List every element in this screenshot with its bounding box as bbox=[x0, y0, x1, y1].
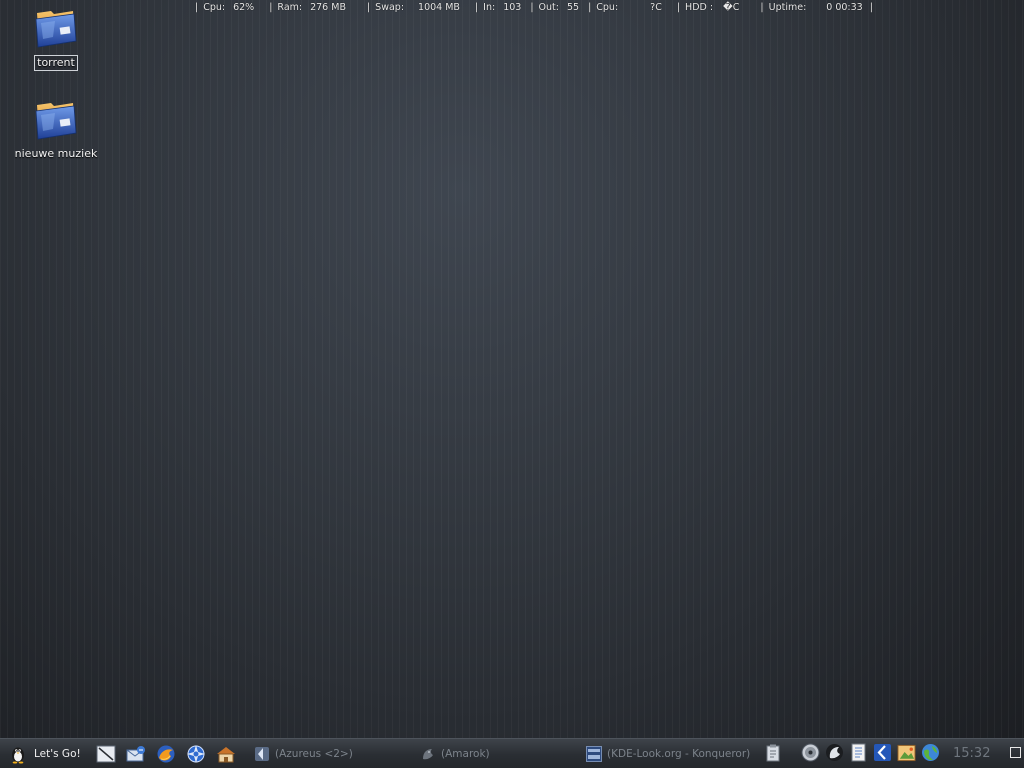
task-label: (Azureus <2>) bbox=[275, 748, 353, 760]
amarok-tray-icon bbox=[826, 744, 843, 761]
task-kde-look-konqueror[interactable]: (KDE-Look.org - Konqueror) bbox=[586, 744, 750, 764]
firefox-icon bbox=[157, 745, 175, 763]
folder-icon bbox=[35, 11, 77, 48]
desktop-icon-label: nieuwe muziek bbox=[14, 147, 98, 160]
cpu-temp-value: ?C bbox=[650, 1, 662, 13]
firefox-button[interactable] bbox=[155, 743, 177, 765]
quick-launch bbox=[95, 743, 237, 765]
cpu-temp-label: Cpu: bbox=[596, 1, 619, 13]
show-desktop-corner-button[interactable] bbox=[1010, 747, 1021, 758]
task-azureus[interactable]: (Azureus <2>) bbox=[254, 744, 353, 764]
separator: | bbox=[530, 1, 534, 13]
system-tray bbox=[763, 743, 940, 762]
separator: | bbox=[676, 1, 681, 13]
tray-notes[interactable] bbox=[849, 743, 868, 762]
net-out-label: Out: bbox=[538, 1, 559, 13]
separator: | bbox=[195, 1, 199, 13]
net-in-label: In: bbox=[483, 1, 496, 13]
tray-cd-drive[interactable] bbox=[801, 743, 820, 762]
tray-network[interactable] bbox=[921, 743, 940, 762]
uptime-label: Uptime: bbox=[768, 1, 807, 13]
kde-look-icon bbox=[586, 746, 602, 762]
tux-icon bbox=[12, 747, 24, 764]
hdd-temp-label: HDD : bbox=[685, 1, 714, 13]
show-desktop-button[interactable] bbox=[95, 743, 117, 765]
uptime-value: 0 00:33 bbox=[826, 1, 863, 13]
swap-value: 1004 MB bbox=[418, 1, 460, 13]
start-button-label: Let's Go! bbox=[34, 748, 81, 760]
tray-kopete[interactable] bbox=[873, 743, 892, 762]
ram-label: Ram: bbox=[277, 1, 303, 13]
image-viewer-icon bbox=[897, 744, 916, 761]
tray-klipper[interactable] bbox=[763, 743, 782, 762]
home-folder-button[interactable] bbox=[215, 743, 237, 765]
azureus-icon bbox=[255, 747, 269, 761]
separator: | bbox=[366, 1, 371, 13]
mail-client-icon bbox=[126, 746, 145, 762]
net-out-value: 55 bbox=[566, 1, 580, 13]
clock[interactable]: 15:32 bbox=[953, 746, 990, 761]
separator: | bbox=[269, 1, 273, 13]
taskbar: Let's Go! (Azureus <2>) (Amarok) (KDE-Lo… bbox=[0, 738, 1024, 768]
task-label: (KDE-Look.org - Konqueror) bbox=[607, 748, 751, 760]
cpu-value: 62% bbox=[233, 1, 255, 13]
desktop-show-icon bbox=[96, 745, 116, 763]
separator: | bbox=[588, 1, 592, 13]
task-label: (Amarok) bbox=[441, 748, 490, 760]
mail-client-button[interactable] bbox=[125, 743, 147, 765]
konqueror-button[interactable] bbox=[185, 743, 207, 765]
start-button[interactable]: Let's Go! bbox=[8, 743, 81, 765]
folder-icon bbox=[35, 103, 77, 140]
kopete-icon bbox=[874, 744, 891, 761]
tray-image-viewer[interactable] bbox=[897, 743, 916, 762]
hdd-temp-value: �C bbox=[723, 1, 740, 13]
separator: | bbox=[474, 1, 479, 13]
ram-value: 276 MB bbox=[310, 1, 346, 13]
task-amarok[interactable]: (Amarok) bbox=[420, 744, 490, 764]
separator: | bbox=[760, 1, 764, 13]
system-monitor-bar: | Cpu: 62% | Ram: 276 MB | Swap: 1004 MB… bbox=[190, 0, 878, 14]
cd-drive-icon bbox=[801, 743, 820, 762]
desktop-icon-nieuwe-muziek[interactable]: nieuwe muziek bbox=[1, 97, 111, 161]
cpu-label: Cpu: bbox=[203, 1, 226, 13]
tray-amarok[interactable] bbox=[825, 743, 844, 762]
separator: | bbox=[869, 1, 873, 13]
network-globe-icon bbox=[922, 744, 939, 761]
swap-label: Swap: bbox=[375, 1, 405, 13]
desktop-icon-label: torrent bbox=[34, 55, 78, 71]
konqueror-icon bbox=[187, 745, 205, 763]
amarok-wolf-icon bbox=[423, 749, 433, 760]
home-folder-icon bbox=[217, 747, 235, 763]
desktop-icon-torrent[interactable]: torrent bbox=[1, 5, 111, 71]
notes-icon bbox=[851, 743, 866, 762]
net-in-value: 103 bbox=[503, 1, 522, 13]
clipboard-icon bbox=[766, 744, 779, 761]
